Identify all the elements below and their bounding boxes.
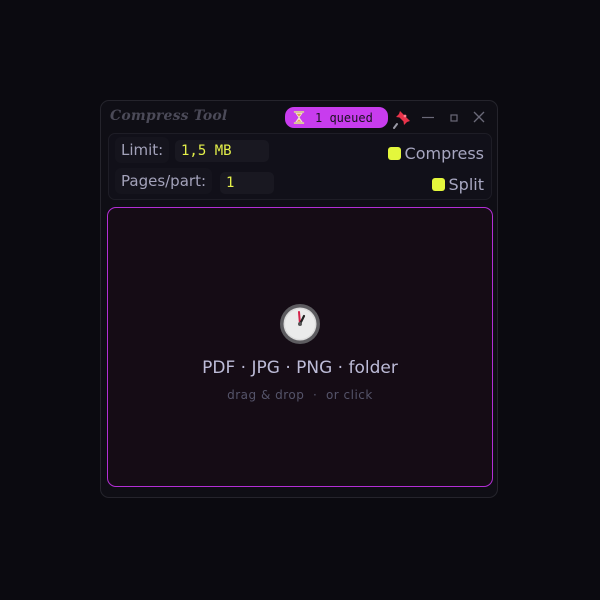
limit-label: Limit: [115,137,170,163]
file-dropzone[interactable]: PDF · JPG · PNG · folder drag & drop · o… [107,207,493,487]
queue-count-text: 1 queued [315,110,373,125]
pin-icon[interactable] [391,108,413,130]
compress-checkbox[interactable] [387,146,401,160]
split-option[interactable]: Split [431,174,484,194]
window-title: Compress Tool [110,108,228,124]
settings-panel: Limit: Pages/part: Compress Split [108,133,492,200]
compress-tool-window: Compress Tool 1 queued Limit: 1,5 MB Pag… [100,100,498,498]
drop-hint-text: drag & drop · or click [227,388,373,402]
pages-per-part-label: Pages/part: [115,168,212,194]
split-label: Split [448,174,484,194]
timer-icon [280,304,320,344]
limit-input[interactable] [175,140,269,162]
hourglass-icon [293,111,305,124]
pages-per-part-input[interactable] [220,172,274,194]
queue-badge[interactable]: 1 queued [285,107,388,128]
compress-option[interactable]: Compress [387,143,484,163]
maximize-icon[interactable] [447,110,461,124]
minimize-icon[interactable] [421,110,435,124]
close-icon[interactable] [472,110,486,124]
titlebar[interactable]: Compress Tool 1 queued [101,101,497,133]
supported-formats-text: PDF · JPG · PNG · folder [202,358,398,378]
split-checkbox[interactable] [431,177,445,191]
compress-label: Compress [404,143,484,163]
